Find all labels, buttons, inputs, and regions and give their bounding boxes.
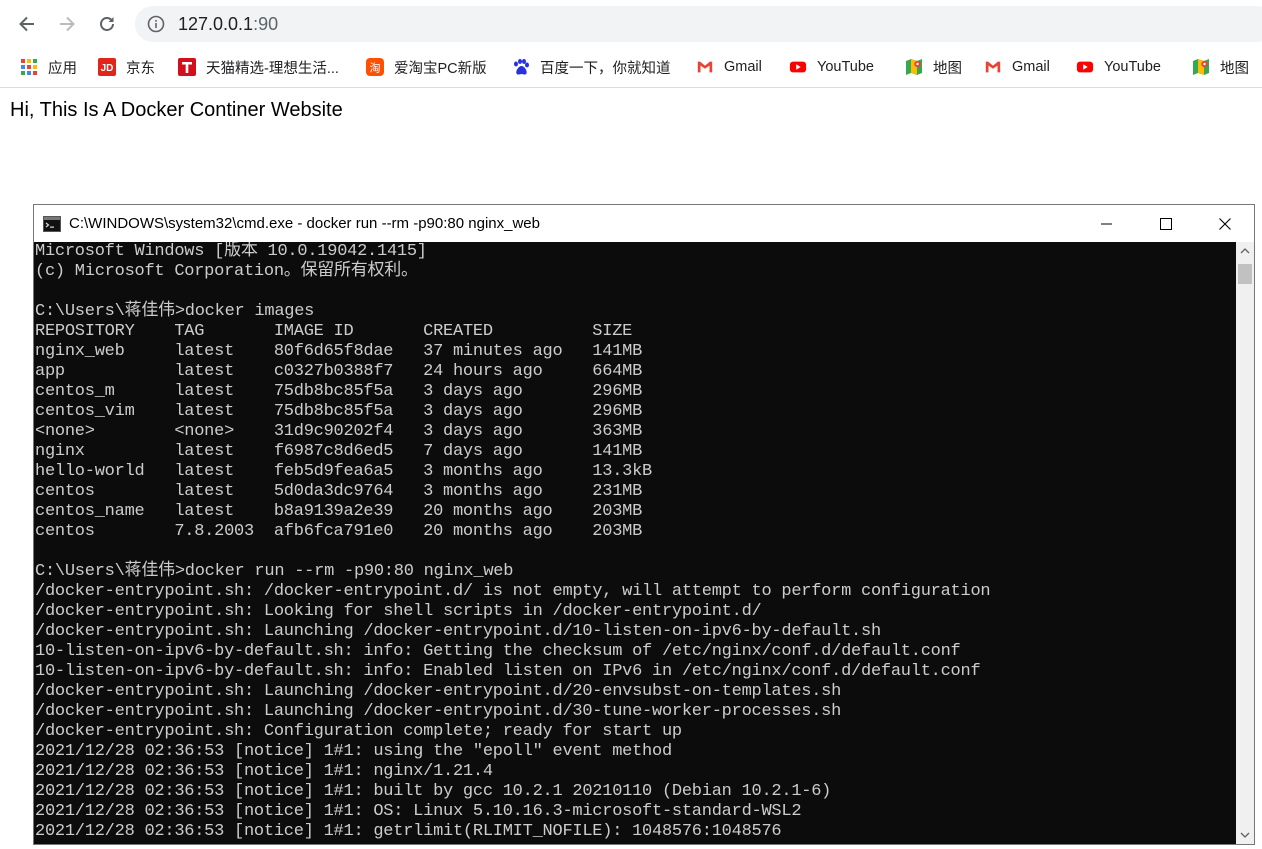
bookmark-label: YouTube — [817, 59, 874, 75]
scroll-up-button[interactable] — [1236, 242, 1254, 260]
jd-icon: JD — [98, 58, 116, 76]
console-line: 10-listen-on-ipv6-by-default.sh: info: G… — [35, 642, 961, 661]
console-text: Microsoft Windows [版本 10.0.19042.1415] (… — [35, 242, 991, 842]
forward-arrow-icon — [60, 16, 75, 32]
address-bar[interactable]: 127.0.0.1:90 — [135, 6, 1262, 42]
console-line: 2021/12/28 02:36:53 [notice] 1#1: using … — [35, 742, 672, 761]
cmd-window[interactable]: C:\WINDOWS\system32\cmd.exe - docker run… — [33, 204, 1255, 845]
console-line: /docker-entrypoint.sh: Launching /docker… — [35, 682, 842, 701]
browser-toolbar: 127.0.0.1:90 — [0, 0, 1262, 48]
bookmark-maps-1[interactable]: 地图 — [905, 57, 962, 77]
minimize-button[interactable] — [1078, 205, 1136, 242]
back-arrow-icon — [19, 16, 34, 32]
console-line: REPOSITORY TAG IMAGE ID CREATED SIZE — [35, 322, 633, 341]
console-line: centos_name latest b8a9139a2e39 20 month… — [35, 502, 643, 521]
svg-text:JD: JD — [101, 63, 114, 74]
bookmark-label: Gmail — [724, 59, 762, 75]
svg-text:淘: 淘 — [370, 62, 381, 75]
bookmark-maps-2[interactable]: 地图 — [1192, 57, 1249, 77]
console-output[interactable]: Microsoft Windows [版本 10.0.19042.1415] (… — [34, 242, 1236, 844]
url-text[interactable]: 127.0.0.1:90 — [178, 14, 278, 35]
url-host: 127.0.0.1 — [178, 14, 254, 34]
console-line: nginx_web latest 80f6d65f8dae 37 minutes… — [35, 342, 643, 361]
youtube-icon — [1076, 61, 1094, 73]
bookmark-label: 地图 — [1220, 60, 1249, 77]
close-button[interactable] — [1196, 205, 1254, 242]
tmall-icon — [178, 58, 196, 76]
bookmark-tmall[interactable]: 天猫精选-理想生活... — [178, 57, 339, 77]
bookmark-baidu[interactable]: 百度一下，你就知道 — [512, 57, 671, 77]
bookmark-label: 应用 — [48, 60, 77, 77]
maps-icon — [1193, 59, 1209, 75]
console-line: /docker-entrypoint.sh: Configuration com… — [35, 722, 682, 741]
console-line: /docker-entrypoint.sh: Launching /docker… — [35, 622, 881, 641]
console-line: 10-listen-on-ipv6-by-default.sh: info: E… — [35, 662, 981, 681]
maximize-button[interactable] — [1137, 205, 1195, 242]
maximize-icon — [1160, 217, 1172, 230]
console-line: centos 7.8.2003 afb6fca791e0 20 months a… — [35, 522, 643, 541]
console-line: 2021/12/28 02:36:53 [notice] 1#1: built … — [35, 782, 832, 801]
console-line: centos_vim latest 75db8bc85f5a 3 days ag… — [35, 402, 643, 421]
forward-button[interactable] — [51, 8, 83, 40]
console-line: nginx latest f6987c8d6ed5 7 days ago 141… — [35, 442, 643, 461]
baidu-paw-icon — [514, 59, 529, 75]
bookmark-label: 爱淘宝PC新版 — [394, 60, 487, 77]
console-scrollbar[interactable] — [1236, 242, 1254, 844]
back-button[interactable] — [11, 8, 43, 40]
bookmark-taobao[interactable]: 淘 爱淘宝PC新版 — [366, 57, 487, 77]
youtube-icon — [789, 61, 807, 73]
console-line: /docker-entrypoint.sh: Launching /docker… — [35, 702, 842, 721]
close-icon — [1219, 217, 1231, 230]
scroll-thumb[interactable] — [1238, 264, 1252, 284]
console-line: (c) Microsoft Corporation。保留所有权利。 — [35, 262, 418, 281]
chevron-up-icon — [1240, 248, 1250, 254]
console-line: <none> <none> 31d9c90202f4 3 days ago 36… — [35, 422, 643, 441]
bookmark-label: YouTube — [1104, 59, 1161, 75]
bookmark-gmail-2[interactable]: Gmail — [984, 57, 1050, 77]
console-line: 2021/12/28 02:36:53 [notice] 1#1: OS: Li… — [35, 802, 802, 821]
bookmark-gmail-1[interactable]: Gmail — [696, 57, 762, 77]
gmail-icon — [985, 61, 1001, 73]
console-line: centos_m latest 75db8bc85f5a 3 days ago … — [35, 382, 643, 401]
site-info-icon[interactable] — [147, 15, 165, 33]
url-port: :90 — [253, 14, 279, 34]
apps-grid-icon — [21, 59, 37, 75]
console-line: Microsoft Windows [版本 10.0.19042.1415] — [35, 242, 427, 261]
cmd-title-text: C:\WINDOWS\system32\cmd.exe - docker run… — [69, 215, 540, 232]
bookmark-jd[interactable]: JD 京东 — [98, 57, 155, 77]
bookmark-label: 天猫精选-理想生活... — [206, 60, 339, 77]
chevron-down-icon — [1240, 832, 1250, 838]
bookmark-label: 地图 — [933, 60, 962, 77]
bookmark-youtube-1[interactable]: YouTube — [789, 57, 874, 77]
bookmark-label: 百度一下，你就知道 — [540, 60, 671, 77]
console-line: C:\Users\蒋佳伟>docker run --rm -p90:80 ngi… — [35, 562, 514, 581]
bookmark-label: Gmail — [1012, 59, 1050, 75]
console-line: app latest c0327b0388f7 24 hours ago 664… — [35, 362, 643, 381]
bookmark-apps[interactable]: 应用 — [20, 57, 77, 77]
console-line: hello-world latest feb5d9fea6a5 3 months… — [35, 462, 653, 481]
bookmark-label: 京东 — [126, 60, 155, 77]
console-line: /docker-entrypoint.sh: Looking for shell… — [35, 602, 762, 621]
reload-icon — [100, 17, 114, 31]
reload-button[interactable] — [91, 8, 123, 40]
console-line: centos latest 5d0da3dc9764 3 months ago … — [35, 482, 643, 501]
console-line: /docker-entrypoint.sh: /docker-entrypoin… — [35, 582, 991, 601]
page-heading: Hi, This Is A Docker Continer Website — [10, 99, 343, 121]
bookmarks-bar: 应用 JD 京东 天猫精选-理想生活... 淘 爱淘宝PC新版 百度一下，你就知… — [0, 48, 1262, 88]
console-line: 2021/12/28 02:36:53 [notice] 1#1: nginx/… — [35, 762, 493, 781]
minimize-icon — [1101, 223, 1112, 224]
console-line: 2021/12/28 02:36:53 [notice] 1#1: getrli… — [35, 822, 782, 841]
scroll-down-button[interactable] — [1236, 826, 1254, 844]
console-line: C:\Users\蒋佳伟>docker images — [35, 302, 315, 321]
gmail-icon — [697, 61, 713, 73]
maps-icon — [906, 59, 922, 75]
cmd-app-icon — [43, 216, 61, 232]
bookmark-youtube-2[interactable]: YouTube — [1076, 57, 1161, 77]
taobao-icon: 淘 — [366, 58, 384, 76]
cmd-title-bar[interactable]: C:\WINDOWS\system32\cmd.exe - docker run… — [34, 205, 1254, 242]
